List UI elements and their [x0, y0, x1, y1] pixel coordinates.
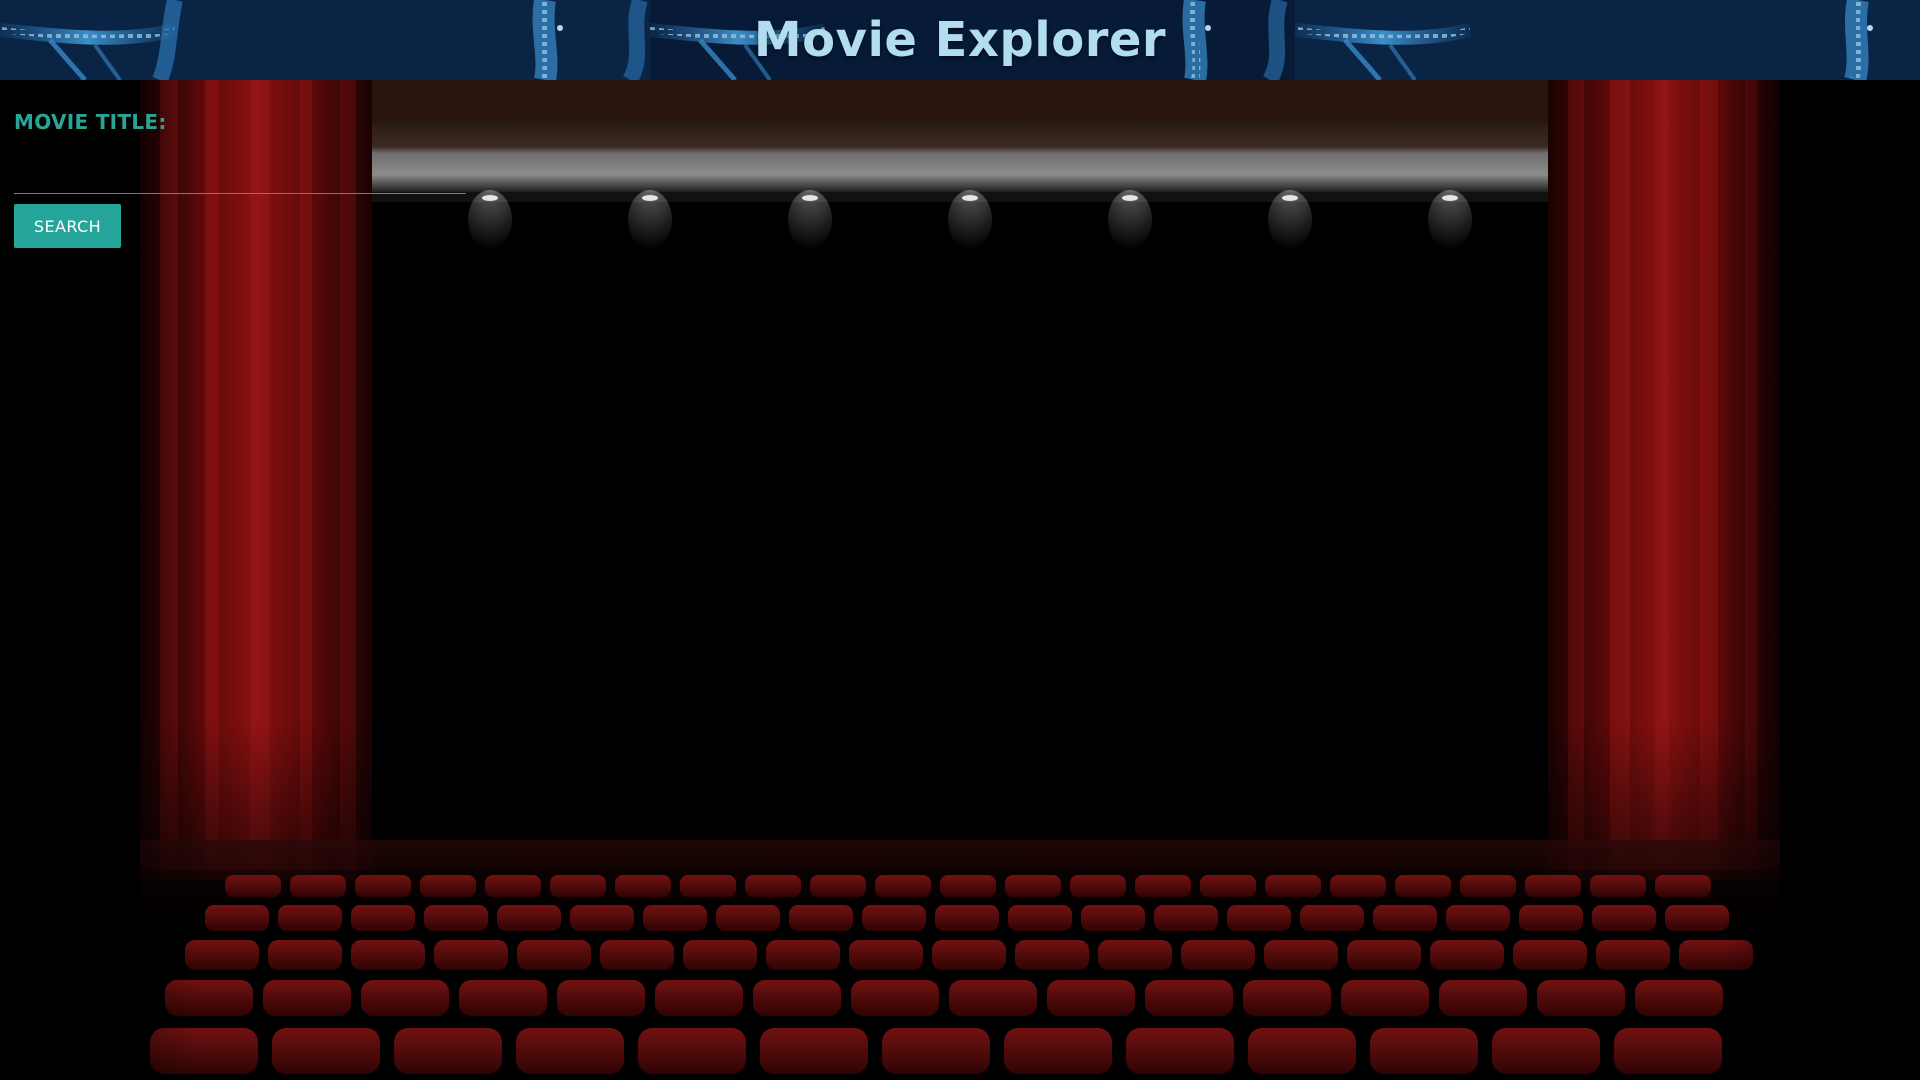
movie-title-input[interactable]	[14, 156, 466, 194]
movie-title-label: MOVIE TITLE:	[14, 110, 167, 134]
search-button[interactable]: SEARCH	[14, 204, 121, 248]
page-header: Movie Explorer	[0, 0, 1920, 80]
theater-seats	[140, 870, 1780, 1080]
search-form: MOVIE TITLE: SEARCH	[14, 108, 466, 248]
page-title: Movie Explorer	[753, 12, 1167, 68]
